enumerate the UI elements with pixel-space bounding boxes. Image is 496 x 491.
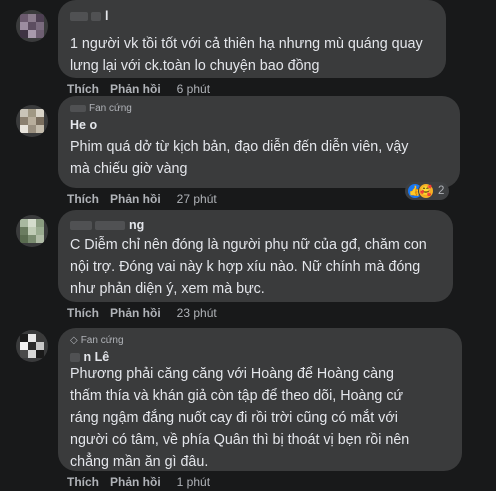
avatar[interactable] xyxy=(16,330,48,362)
comment-text: Phim quá dở từ kịch bản, đạo diễn đến di… xyxy=(70,139,409,177)
reaction-count: 2 xyxy=(438,185,445,197)
like-button[interactable]: Thích xyxy=(67,475,99,489)
commenter-name[interactable]: He o xyxy=(70,117,448,133)
comment-actions: Thích Phản hồi 6 phút xyxy=(67,82,210,96)
care-reaction-icon: 🥰 xyxy=(418,183,434,199)
avatar[interactable] xyxy=(16,105,48,137)
reply-button[interactable]: Phản hồi xyxy=(110,475,161,489)
timestamp[interactable]: 6 phút xyxy=(177,82,210,96)
comment-bubble: Fan cứng He o Phim quá dở từ kịch bản, đ… xyxy=(58,96,460,188)
comment-actions: Thích Phản hồi 1 phút xyxy=(67,475,210,489)
comment-bubble: ◇ Fan cứng n Lê Phương phải căng căng vớ… xyxy=(58,328,462,471)
timestamp[interactable]: 23 phút xyxy=(177,306,217,320)
reply-button[interactable]: Phản hồi xyxy=(110,306,161,320)
comment-text: 1 người vk tồi tốt với cả thiên hạ nhưng… xyxy=(70,36,423,74)
reply-button[interactable]: Phản hồi xyxy=(110,192,161,206)
commenter-name[interactable]: l xyxy=(70,8,434,24)
comment-actions: Thích Phản hồi 23 phút xyxy=(67,306,217,320)
reaction-summary[interactable]: 👍 🥰 2 xyxy=(405,182,450,200)
fan-badge: Fan cứng xyxy=(70,102,448,115)
comment-thread: l 1 người vk tồi tốt với cả thiên hạ như… xyxy=(0,0,496,491)
like-button[interactable]: Thích xyxy=(67,306,99,320)
reply-button[interactable]: Phản hồi xyxy=(110,82,161,96)
avatar[interactable] xyxy=(16,215,48,247)
timestamp[interactable]: 27 phút xyxy=(177,192,217,206)
timestamp[interactable]: 1 phút xyxy=(177,475,210,489)
comment-text: Phương phải căng căng với Hoàng để Hoàng… xyxy=(70,366,410,470)
comment-bubble: ng C Diễm chỉ nên đóng là người phụ nữ c… xyxy=(58,210,453,302)
commenter-name[interactable]: n Lê xyxy=(70,349,450,365)
commenter-name[interactable]: ng xyxy=(70,217,441,233)
comment-bubble: l 1 người vk tồi tốt với cả thiên hạ như… xyxy=(58,0,446,78)
like-button[interactable]: Thích xyxy=(67,82,99,96)
comment-actions: Thích Phản hồi 27 phút xyxy=(67,192,217,206)
comment-text: C Diễm chỉ nên đóng là người phụ nữ của … xyxy=(70,237,427,297)
like-button[interactable]: Thích xyxy=(67,192,99,206)
diamond-icon: ◇ xyxy=(70,335,78,346)
avatar[interactable] xyxy=(16,10,48,42)
fan-badge: ◇ Fan cứng xyxy=(70,335,124,346)
